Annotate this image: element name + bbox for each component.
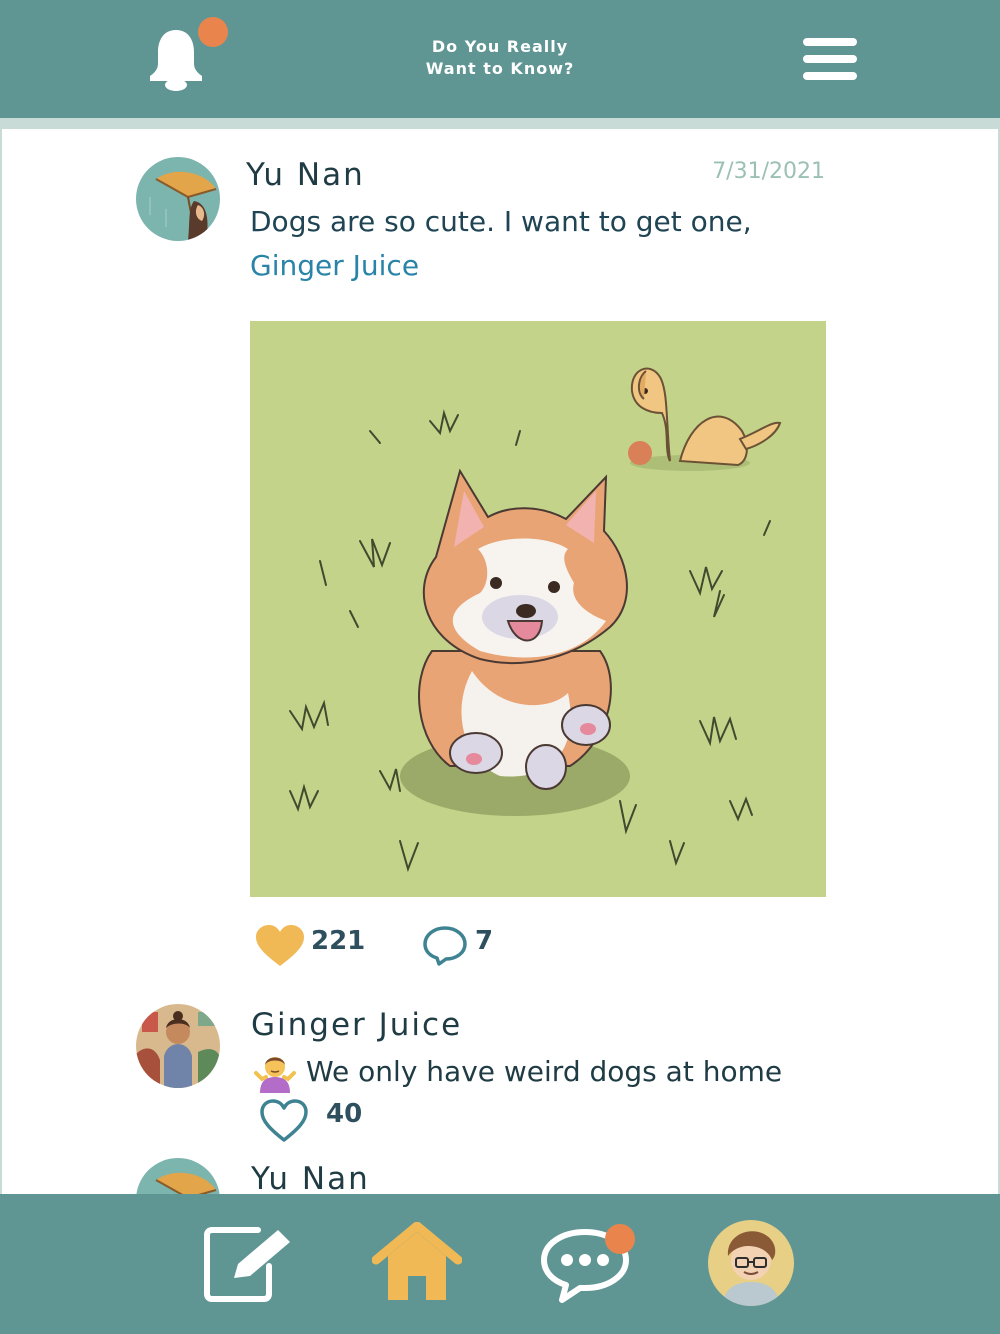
person-shrugging-emoji-icon xyxy=(254,1053,296,1093)
post-like-count: 221 xyxy=(311,926,366,956)
comment-author-name[interactable]: Yu Nan xyxy=(251,1161,370,1197)
comment-like-heart-outline-icon[interactable] xyxy=(258,1098,310,1144)
post-date: 7/31/2021 xyxy=(712,159,825,184)
comment-author-name[interactable]: Ginger Juice xyxy=(251,1007,462,1043)
post-comment-bubble-icon[interactable] xyxy=(422,925,468,967)
comment-text: We only have weird dogs at home xyxy=(306,1055,783,1088)
chat-notification-badge xyxy=(605,1224,635,1254)
compose-icon[interactable] xyxy=(204,1226,296,1304)
profile-avatar[interactable] xyxy=(708,1220,794,1306)
comment-author-avatar[interactable] xyxy=(136,1004,220,1088)
post-image[interactable] xyxy=(250,321,826,897)
home-icon[interactable] xyxy=(371,1221,463,1304)
post-like-heart-icon[interactable] xyxy=(254,924,306,968)
hamburger-menu-icon[interactable] xyxy=(803,38,857,80)
app-title-line2: Want to Know? xyxy=(425,59,575,78)
bottom-nav-bar xyxy=(0,1194,1000,1334)
app-title: Do You Really Want to Know? xyxy=(380,36,620,80)
frame-border-left xyxy=(0,129,2,1195)
notification-badge xyxy=(198,17,228,47)
top-bar-divider xyxy=(0,118,1000,129)
post-author-avatar[interactable] xyxy=(136,157,220,241)
post-text: Dogs are so cute. I want to get one, Gin… xyxy=(250,200,840,288)
app-title-line1: Do You Really xyxy=(431,37,569,56)
notification-bell-icon[interactable] xyxy=(146,26,206,92)
post-author-name[interactable]: Yu Nan xyxy=(246,157,365,193)
comment-like-count: 40 xyxy=(326,1099,363,1129)
post-body: Dogs are so cute. I want to get one, xyxy=(250,205,752,238)
post-mention-link[interactable]: Ginger Juice xyxy=(250,249,419,282)
post-comment-count: 7 xyxy=(475,926,494,956)
